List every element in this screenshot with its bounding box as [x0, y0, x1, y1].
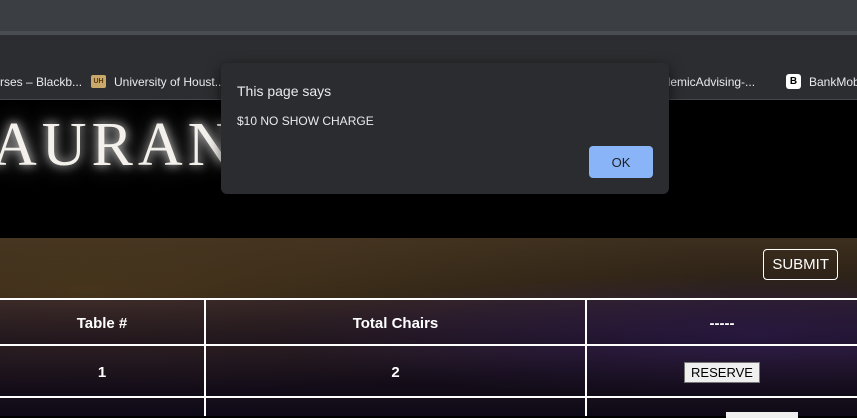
browser-toolbar [0, 35, 857, 64]
alert-dialog: This page says $10 NO SHOW CHARGE OK [221, 63, 669, 194]
page-title: AURAN [0, 111, 238, 179]
dialog-message: $10 NO SHOW CHARGE [237, 114, 374, 128]
uh-icon: UH [91, 75, 106, 88]
cell-action: RESERVE [587, 346, 857, 398]
cell-total-chairs: 2 [206, 346, 587, 398]
reserve-button[interactable]: RESERVE [684, 361, 760, 383]
submit-button[interactable]: SUBMIT [763, 249, 838, 280]
browser-tabstrip [0, 0, 857, 31]
cell-total-chairs [206, 398, 587, 416]
dialog-title: This page says [237, 83, 332, 99]
header-table-number: Table # [0, 300, 206, 346]
cell-table-number [0, 398, 206, 416]
bookmark-label: rses – Blackb... [0, 74, 83, 89]
cell-table-number: 1 [0, 346, 206, 398]
bookmark-label: University of Houst... [114, 74, 225, 89]
bookmark-blackboard[interactable]: rses – Blackb... [0, 64, 82, 99]
reserve-button-partial[interactable] [726, 412, 798, 418]
bookmark-university-of-houston[interactable]: UH University of Houst... [91, 64, 225, 99]
table-row: 1 2 RESERVE [0, 344, 857, 398]
hero-section: SUBMIT Table # Total Chairs ----- 1 2 RE… [0, 238, 857, 416]
bookmark-bankmobile[interactable]: B BankMob [786, 64, 857, 99]
table-header-row: Table # Total Chairs ----- [0, 298, 857, 346]
header-total-chairs: Total Chairs [206, 300, 587, 346]
bankmobile-icon: B [786, 74, 801, 89]
header-action: ----- [587, 300, 857, 346]
bookmark-label: BankMob [809, 74, 857, 89]
ok-button[interactable]: OK [589, 146, 653, 178]
cell-action [587, 398, 857, 416]
